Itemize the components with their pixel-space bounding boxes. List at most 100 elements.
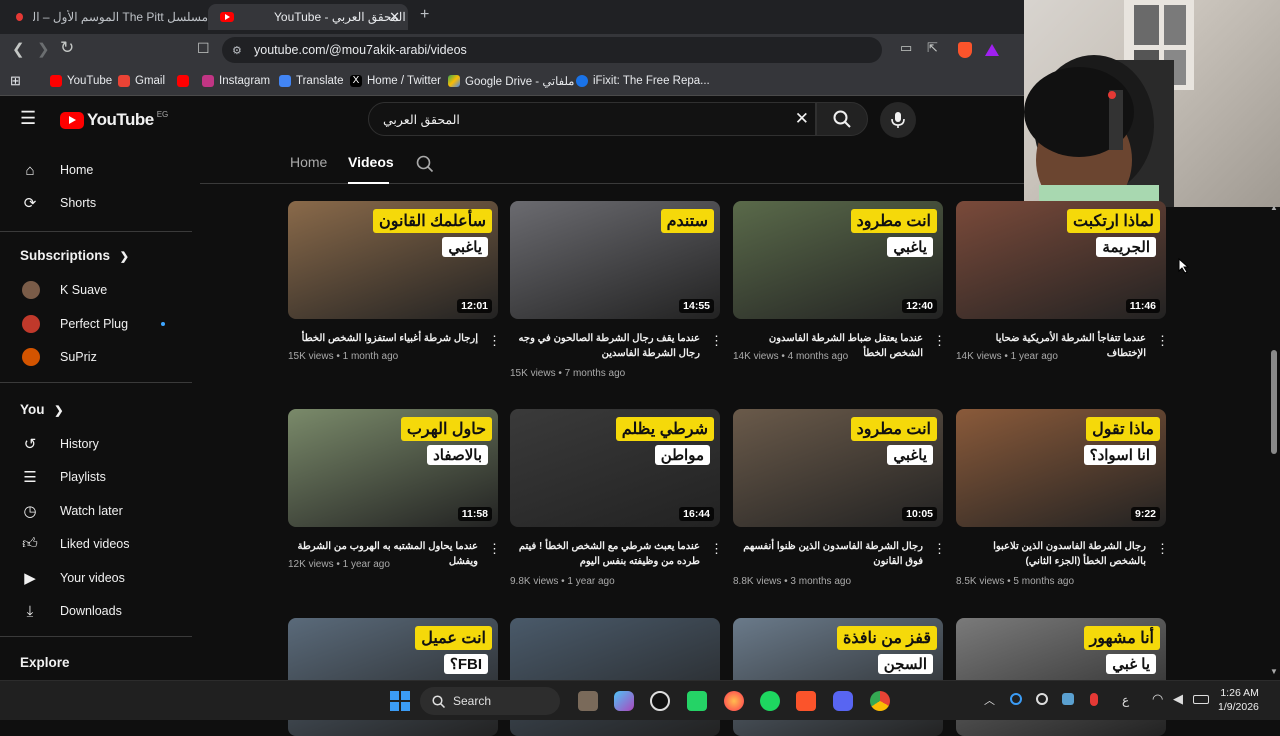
sidebar-item-shorts[interactable]: ⟳ Shorts: [0, 186, 192, 220]
youtube-logo[interactable]: YouTube EG: [60, 110, 168, 130]
bookmark-google-drive[interactable]: Google Drive - ملفاتي: [448, 72, 574, 90]
video-thumbnail[interactable]: ماذا تقول انا اسواد؟ 9:22: [956, 409, 1166, 527]
video-title[interactable]: إرجال شرطة أغبياء استفزوا الشخص الخطأ: [288, 331, 478, 346]
sidebar-item-subscription[interactable]: K Suave: [0, 273, 192, 307]
apps-grid-icon[interactable]: ⊞: [10, 73, 21, 89]
forward-icon[interactable]: ❯: [37, 40, 50, 58]
sidebar-item-playlists[interactable]: ☰ Playlists: [0, 460, 192, 494]
microphone-tray-icon[interactable]: [1090, 693, 1098, 706]
chrome-icon[interactable]: [870, 691, 890, 711]
tray-app-icon[interactable]: [1036, 693, 1048, 705]
page-scrollbar[interactable]: ▲ ▼: [1268, 203, 1280, 680]
brave-icon[interactable]: [796, 691, 816, 711]
windows-start-icon[interactable]: [390, 691, 410, 711]
video-title[interactable]: رجال الشرطة الفاسدون الذين تلاعبوا بالشخ…: [956, 539, 1146, 569]
more-options-icon[interactable]: ⋮: [933, 333, 946, 349]
spotify-icon[interactable]: [760, 691, 780, 711]
sidebar-item-liked-videos[interactable]: 👍︎ Liked videos: [0, 527, 192, 561]
wifi-icon[interactable]: ◠: [1152, 691, 1163, 707]
bookmark-translate[interactable]: Translate: [279, 72, 344, 90]
sidebar-item-subscription[interactable]: Perfect Plug: [0, 307, 192, 341]
menu-icon[interactable]: ☰: [20, 108, 36, 129]
tray-overflow-icon[interactable]: ︿: [984, 692, 995, 708]
scroll-up-icon[interactable]: ▲: [1270, 203, 1278, 212]
scrollbar-thumb[interactable]: [1271, 350, 1277, 454]
browser-tab-active[interactable]: YouTube - المحقق العربي ✕: [208, 4, 408, 30]
bookmark-youtube[interactable]: YouTube: [50, 72, 112, 90]
video-title[interactable]: عندما يعبث شرطي مع الشخص الخطأ ! فيتم طر…: [510, 539, 700, 569]
video-thumbnail[interactable]: انت مطرود ياغبي 10:05: [733, 409, 943, 527]
back-icon[interactable]: ❮: [12, 40, 25, 58]
new-tab-button[interactable]: +: [420, 6, 429, 24]
tray-app-icon[interactable]: [1062, 693, 1074, 705]
more-options-icon[interactable]: ⋮: [1156, 333, 1169, 349]
share-icon[interactable]: ⇱: [927, 40, 938, 56]
video-thumbnail[interactable]: انت مطرود ياغبي 12:40: [733, 201, 943, 319]
taskbar-search[interactable]: Search: [420, 687, 560, 715]
channel-search-icon[interactable]: [416, 155, 434, 173]
bookmark-gmail[interactable]: Gmail: [118, 72, 165, 90]
video-card[interactable]: انت مطرود ياغبي 10:05 رجال الشرطة الفاسدون …: [733, 409, 946, 599]
more-options-icon[interactable]: ⋮: [710, 541, 723, 557]
more-options-icon[interactable]: ⋮: [1156, 541, 1169, 557]
site-settings-icon[interactable]: ⚙: [232, 44, 242, 57]
discord-icon[interactable]: [833, 691, 853, 711]
battery-icon[interactable]: [1193, 695, 1209, 704]
subscriptions-heading[interactable]: Subscriptions ❯: [20, 248, 129, 263]
reload-icon[interactable]: ↻: [60, 38, 74, 58]
brave-rewards-icon[interactable]: [985, 44, 999, 56]
video-thumbnail[interactable]: ستندم 14:55: [510, 201, 720, 319]
sidebar-item-home[interactable]: ⌂ Home: [0, 153, 192, 187]
tab-home[interactable]: Home: [290, 154, 327, 170]
bookmark-ifixit[interactable]: iFixit: The Free Repa...: [576, 72, 710, 90]
brave-shield-icon[interactable]: [958, 42, 972, 58]
search-button[interactable]: [816, 102, 868, 136]
bookmark-twitter[interactable]: X Home / Twitter: [350, 72, 441, 90]
video-card[interactable]: انت عميل FBI؟: [288, 618, 498, 736]
url-field[interactable]: ⚙ youtube.com/@mou7akik-arabi/videos: [222, 37, 882, 63]
clear-search-icon[interactable]: ✕: [795, 109, 809, 129]
video-card[interactable]: سأعلمك القانون ياغبي 12:01 إرجال شرطة أغبيا…: [288, 201, 501, 391]
obs-icon[interactable]: [650, 691, 670, 711]
sidebar-item-watch-later[interactable]: ◷ Watch later: [0, 494, 192, 528]
bookmark-instagram[interactable]: Instagram: [202, 72, 270, 90]
clock[interactable]: 1:26 AM 1/9/2026: [1218, 686, 1259, 714]
more-options-icon[interactable]: ⋮: [933, 541, 946, 557]
task-view-icon[interactable]: [578, 691, 598, 711]
sidebar-item-downloads[interactable]: ⤓ Downloads: [0, 594, 192, 628]
video-card[interactable]: انت مطرود ياغبي 12:40 عندما يعتقل ضباط الشر…: [733, 201, 946, 391]
language-indicator[interactable]: ع: [1122, 693, 1129, 707]
video-thumbnail[interactable]: حاول الهرب بالاصفاد 11:58: [288, 409, 498, 527]
video-title[interactable]: رجال الشرطة الفاسدون الذين ظنوا أنفسهم ف…: [733, 539, 923, 569]
more-options-icon[interactable]: ⋮: [488, 333, 501, 349]
sidebar-item-your-videos[interactable]: ▶ Your videos: [0, 561, 192, 595]
scroll-down-icon[interactable]: ▼: [1270, 667, 1278, 676]
video-card[interactable]: لماذا ارتكبت الجريمة 11:46 عندما تتفاجأ الش…: [956, 201, 1169, 391]
more-options-icon[interactable]: ⋮: [710, 333, 723, 349]
sidebar-item-history[interactable]: ↺ History: [0, 427, 192, 461]
video-card[interactable]: ستندم 14:55 عندما يقف رجال الشرطة الصالحون…: [510, 201, 723, 391]
volume-icon[interactable]: ◀: [1173, 691, 1183, 707]
tray-app-icon[interactable]: [1010, 693, 1022, 705]
bookmark-icon[interactable]: ☐: [197, 40, 210, 57]
video-card[interactable]: [510, 618, 720, 736]
you-heading[interactable]: You ❯: [20, 402, 63, 417]
sidebar-item-subscription[interactable]: SuPriz: [0, 340, 192, 374]
video-card[interactable]: ماذا تقول انا اسواد؟ 9:22 رجال الشرطة الفاس…: [956, 409, 1169, 599]
bookmark-youtube-2[interactable]: [177, 72, 189, 90]
video-thumbnail[interactable]: شرطي يظلم مواطن 16:44: [510, 409, 720, 527]
firefox-icon[interactable]: [724, 691, 744, 711]
video-thumbnail[interactable]: لماذا ارتكبت الجريمة 11:46: [956, 201, 1166, 319]
close-tab-icon[interactable]: ✕: [389, 9, 400, 25]
video-card[interactable]: شرطي يظلم مواطن 16:44 عندما يعبث شرطي مع ال…: [510, 409, 723, 599]
whatsapp-icon[interactable]: [687, 691, 707, 711]
search-input[interactable]: المحقق العربي ✕: [368, 102, 816, 136]
video-card[interactable]: أنا مشهور يا غبي: [956, 618, 1166, 736]
video-title[interactable]: عندما يقف رجال الشرطة الصالحون في وجه رج…: [510, 331, 700, 361]
voice-search-button[interactable]: [880, 102, 916, 138]
video-thumbnail[interactable]: سأعلمك القانون ياغبي 12:01: [288, 201, 498, 319]
video-card[interactable]: قفز من نافذة السجن: [733, 618, 943, 736]
browser-tab[interactable]: مسلسل The Pitt الموسم الأول – الحلقة: [8, 4, 208, 30]
cast-icon[interactable]: ▭: [900, 40, 912, 56]
video-card[interactable]: حاول الهرب بالاصفاد 11:58 عندما يحاول المشت…: [288, 409, 501, 599]
